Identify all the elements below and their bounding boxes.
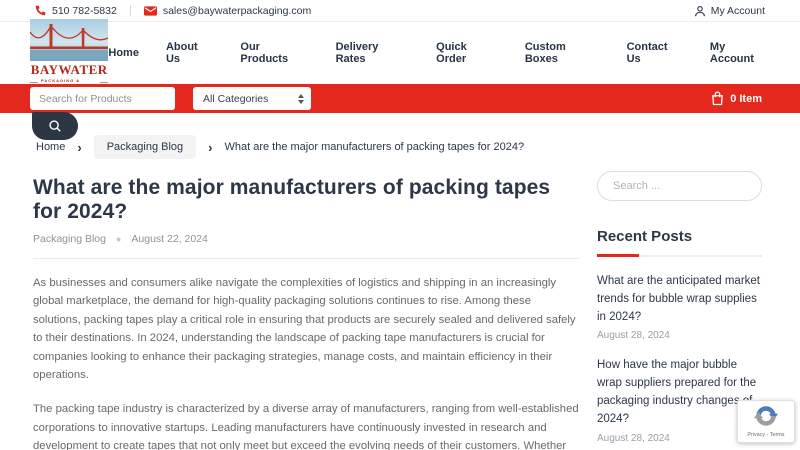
shopping-bag-icon: [711, 91, 724, 106]
site-header: BAYWATER PACKAGING & SUPPLY Home About U…: [0, 18, 800, 88]
recent-post-date: August 28, 2024: [597, 330, 670, 342]
breadcrumb-home[interactable]: Home: [36, 141, 65, 153]
topbar-divider: [129, 5, 131, 16]
product-search-bar: All Categories 0 Item: [0, 84, 800, 140]
nav-home[interactable]: Home: [108, 47, 139, 59]
phone-number: 510 782-5832: [52, 4, 117, 17]
nav-delivery-rates[interactable]: Delivery Rates: [336, 41, 410, 65]
category-selected-value: All Categories: [203, 92, 269, 105]
article-category[interactable]: Packaging Blog: [33, 233, 106, 245]
chevron-right-icon: ›: [208, 139, 213, 155]
site-logo[interactable]: BAYWATER PACKAGING & SUPPLY: [30, 18, 109, 88]
bullet-separator: ●: [115, 234, 122, 244]
article-date: August 22, 2024: [131, 233, 208, 245]
recaptcha-privacy-terms[interactable]: Privacy - Terms: [747, 431, 784, 437]
cart-count-label: 0 Item: [730, 92, 762, 105]
main-nav: Home About Us Our Products Delivery Rate…: [108, 41, 770, 65]
nav-quick-order[interactable]: Quick Order: [436, 41, 498, 65]
cart-button[interactable]: 0 Item: [711, 91, 762, 106]
nav-custom-boxes[interactable]: Custom Boxes: [525, 41, 600, 65]
article-meta: Packaging Blog ● August 22, 2024: [33, 233, 579, 245]
blog-search-input[interactable]: [597, 171, 762, 201]
main-layout: What are the major manufacturers of pack…: [0, 159, 800, 450]
person-icon: [694, 5, 706, 17]
golden-gate-bridge-image: [30, 18, 109, 61]
logo-wordmark: BAYWATER: [30, 61, 108, 77]
nav-my-account[interactable]: My Account: [710, 41, 770, 65]
recaptcha-icon: [754, 404, 778, 428]
select-arrows-icon: [298, 93, 304, 104]
recent-posts-underline: [597, 254, 762, 257]
top-bar: 510 782-5832 sales@baywaterpackaging.com…: [0, 0, 800, 22]
search-submit-button[interactable]: [32, 112, 78, 140]
breadcrumb-current: What are the major manufacturers of pack…: [224, 141, 525, 153]
breadcrumb: Home › Packaging Blog › What are the maj…: [0, 135, 800, 159]
article: What are the major manufacturers of pack…: [33, 159, 579, 450]
phone-icon: [35, 5, 46, 16]
page-title: What are the major manufacturers of pack…: [33, 176, 551, 223]
category-dropdown[interactable]: All Categories: [193, 87, 311, 110]
product-search-input[interactable]: [30, 87, 175, 110]
nav-about-us[interactable]: About Us: [166, 41, 213, 65]
email-link[interactable]: sales@baywaterpackaging.com: [143, 4, 312, 17]
article-paragraph: As businesses and consumers alike naviga…: [33, 277, 576, 382]
nav-our-products[interactable]: Our Products: [240, 41, 308, 65]
recaptcha-badge[interactable]: Privacy - Terms: [737, 400, 795, 443]
email-address: sales@baywaterpackaging.com: [162, 4, 312, 17]
topbar-account-label: My Account: [710, 4, 765, 17]
chevron-right-icon: ›: [77, 139, 82, 155]
topbar-account-link[interactable]: My Account: [694, 5, 765, 17]
search-icon: [48, 119, 62, 133]
phone-link[interactable]: 510 782-5832: [35, 5, 117, 17]
recent-posts-heading: Recent Posts: [597, 228, 693, 245]
article-paragraph: The packing tape industry is characteriz…: [33, 403, 579, 450]
recent-post-item: What are the anticipated market trends f…: [597, 273, 762, 341]
recent-post-link[interactable]: What are the anticipated market trends f…: [597, 273, 762, 326]
breadcrumb-packaging-blog[interactable]: Packaging Blog: [93, 135, 197, 159]
envelope-icon: [143, 5, 157, 16]
nav-contact-us[interactable]: Contact Us: [627, 41, 683, 65]
content-divider: [33, 258, 579, 259]
